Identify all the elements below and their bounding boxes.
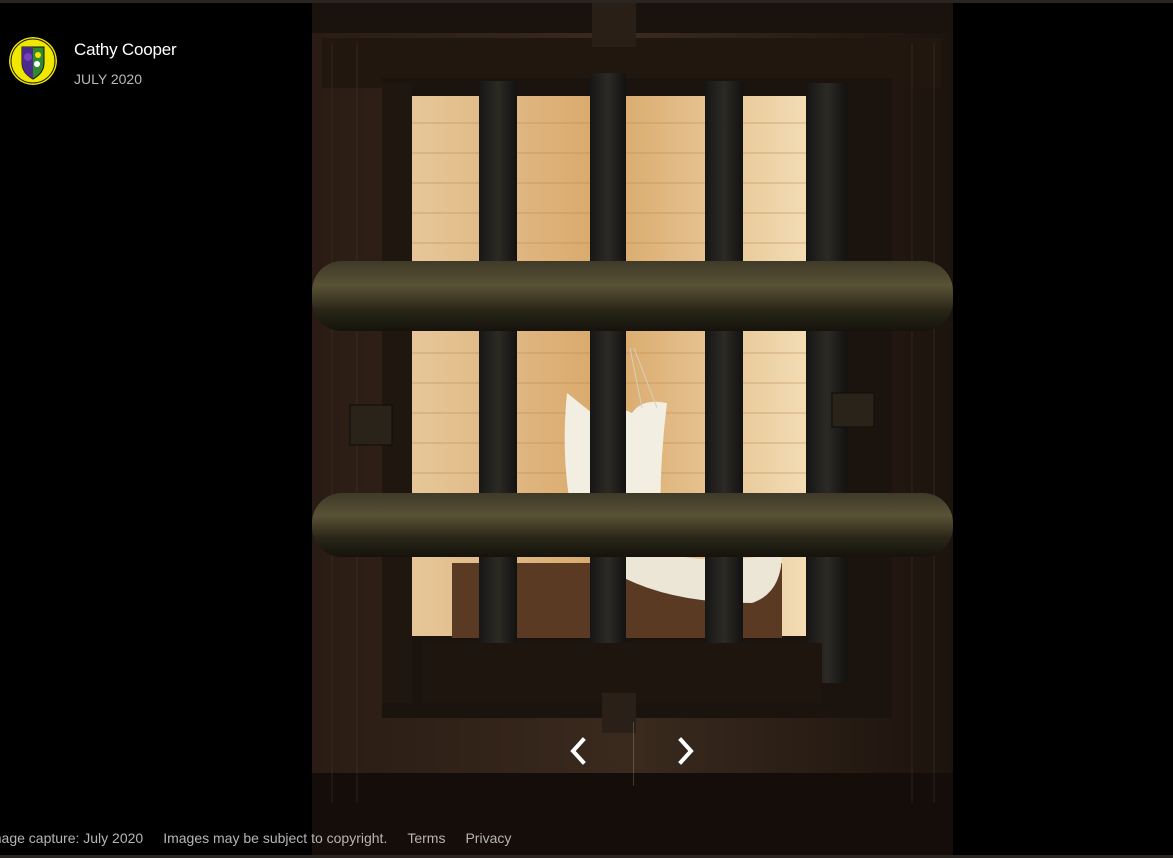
contributor-name[interactable]: Cathy Cooper [74, 40, 177, 60]
previous-photo-button[interactable] [553, 728, 603, 778]
next-photo-button[interactable] [661, 728, 711, 778]
chevron-right-icon [675, 736, 697, 771]
contributor-info: Cathy Cooper JULY 2020 [74, 37, 177, 88]
photo-viewer: Cathy Cooper JULY 2020 Image capture: Ju… [0, 0, 1173, 858]
copyright-notice: Images may be subject to copyright. [163, 830, 388, 846]
privacy-link[interactable]: Privacy [465, 829, 511, 847]
capture-date-text: Image capture: July 2020 [0, 830, 144, 846]
nav-divider [633, 722, 634, 786]
capture-date: JULY 2020 [74, 71, 142, 87]
chevron-left-icon [567, 736, 589, 771]
terms-link[interactable]: Terms [407, 829, 445, 847]
avatar[interactable] [9, 37, 57, 85]
footer: Image capture: July 2020 Images may be s… [0, 829, 531, 847]
contributor-header: Cathy Cooper JULY 2020 [9, 37, 177, 88]
